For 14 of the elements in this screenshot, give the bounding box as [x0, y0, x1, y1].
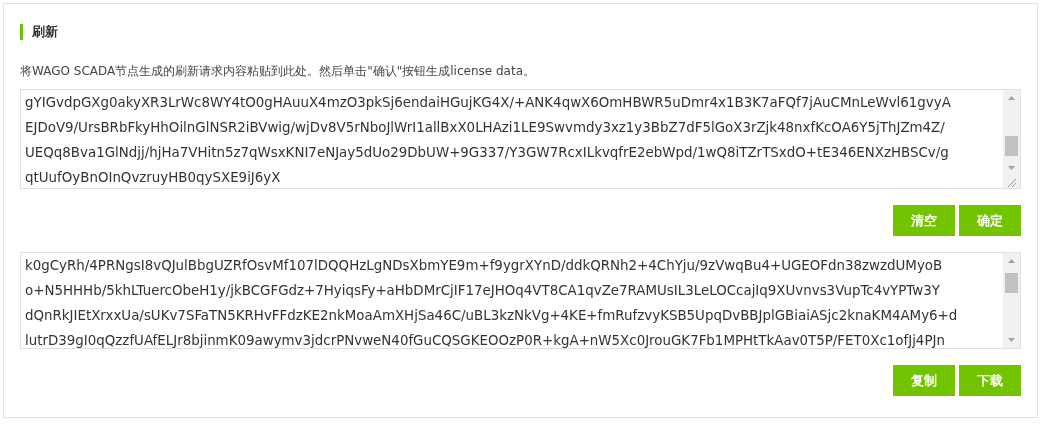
- section-title: 刷新: [32, 23, 58, 41]
- text-area[interactable]: k0gCyRh/4PRNgsI8vQJulBbgUZRfOsvMf107lDQQHzLgNDsXbmYE9m+f9ygrXYnD/ddkQRNh2+4ChYju/9zVwqBu4+UGEOFdn38zwzdUMyoB o+N5HHHb/5khLTuercObeH1y/jkBCGFGdz+7HyiqsFy+aHbDMrCjIF17eJHOq4VT8CA1qvZe7RAMUsIL3LeLOCcajIq9XUvnvs3VupTc4vYPTw3Y dQnRkJIEtXrxxUa/sUKv7SFaTN5KRHvFFdzKE2nkMoaAmXHjSa46C/uBL3kzNkVg+4KE+fmRufzvyKSB5UpqDvBBJplGBiaiASjc2knaKM4AMy6+d lutrD39gI0qQzzfUAfELJr8bjinmK09awymv3jdcrPNvweN40fGuCQSGKEOOzP0R+kgA+nW5Xc0JrouGK7Fb1MPHtTkAav0T5P/FET0Xc1ofJj4PJn: [20, 252, 1021, 349]
- action-button[interactable]: 确定: [959, 205, 1021, 236]
- action-button[interactable]: 下载: [959, 365, 1021, 396]
- scroll-thumb[interactable]: [1005, 273, 1018, 293]
- accent-bar: [20, 24, 23, 40]
- text-area[interactable]: gYIGvdpGXg0akyXR3LrWc8WY4tO0gHAuuX4mzO3pkSj6endaiHGujKG4X/+ANK4qwX6OmHBWR5uDmr4x1B3K7aFQf7jAuCMnLeWvl61gvyA EJDoV9/UrsBRbFkyHhOilnGlNSR2iBVwig/wjDv8V5rNboJlWrI1allBxX0LHAzi1LE9Swvmdy3xz1y3BbZ7dF5lGoX3rZjk48nxfKcOA6Y5jThJZm4Z/ UEQq8Bva1GlNdjj/hjHa7VHitn5z7qWsxKNI7eNJay5dUo29DbUW+9G337/Y3GW7RcxILkvqfrE2ebWpd/1wQ8iTZrTSxdO+tE346ENXzHBSCv/g qtUufOyBnOInQvzruyHB0qySXE9iJ6yX: [20, 89, 1021, 189]
- action-button[interactable]: 复制: [893, 365, 955, 396]
- instruction-text: 将WAGO SCADA节点生成的刷新请求内容粘贴到此处。然后单击"确认"按钮生成license data。: [20, 63, 536, 80]
- scrollbar[interactable]: [1003, 90, 1020, 188]
- resize-grip-icon: [1007, 176, 1016, 188]
- scroll-thumb[interactable]: [1005, 136, 1018, 156]
- action-button[interactable]: 清空: [893, 205, 955, 236]
- scrollbar[interactable]: [1003, 253, 1020, 348]
